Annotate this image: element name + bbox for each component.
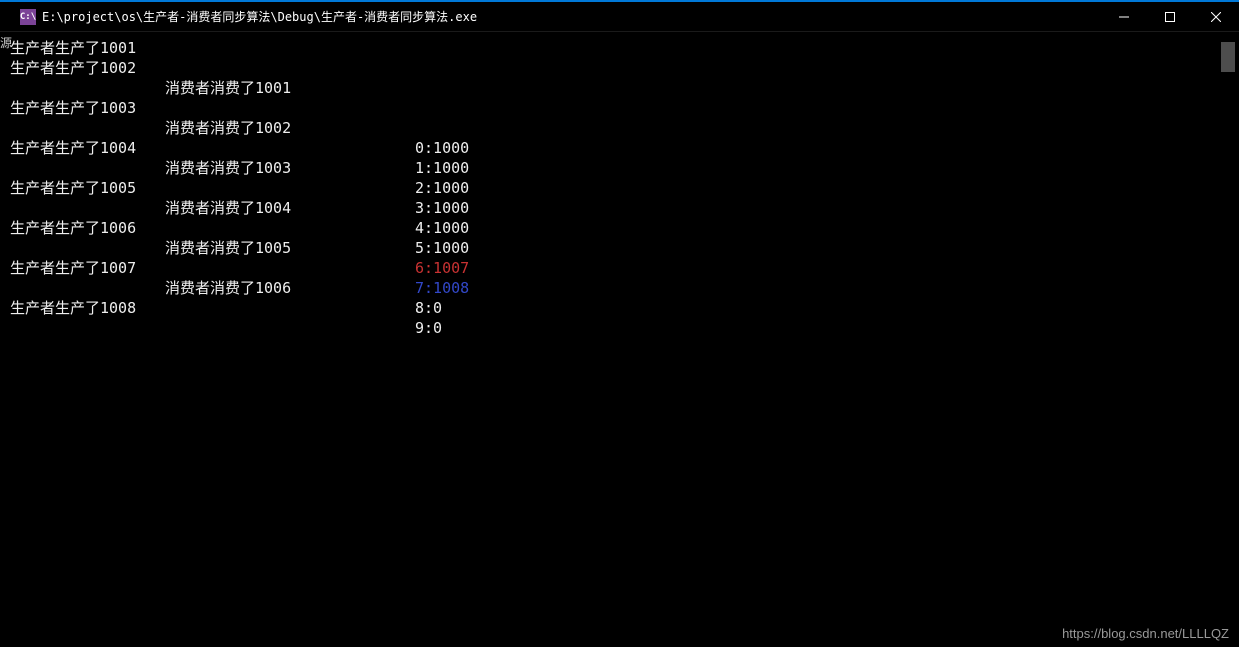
producer-text: 生产者生产了1006	[10, 218, 165, 238]
console-line: 生产者生产了1006 4:1000	[10, 218, 1239, 238]
maximize-icon	[1165, 12, 1175, 22]
consumer-text	[165, 318, 415, 338]
console-line: 生产者生产了1001	[10, 38, 1239, 58]
producer-text: 生产者生产了1007	[10, 258, 165, 278]
producer-text	[10, 238, 165, 258]
vertical-scrollbar[interactable]	[1221, 42, 1235, 72]
console-line: 生产者生产了1007 6:1007	[10, 258, 1239, 278]
buffer-text: 6:1007	[415, 258, 469, 278]
window-controls	[1101, 2, 1239, 31]
producer-text: 生产者生产了1002	[10, 58, 165, 78]
console-line: 9:0	[10, 318, 1239, 338]
close-icon	[1211, 12, 1221, 22]
buffer-text: 0:1000	[415, 138, 469, 158]
buffer-text: 9:0	[415, 318, 442, 338]
app-icon: C:\	[20, 9, 36, 25]
close-button[interactable]	[1193, 2, 1239, 31]
console-line: 生产者生产了1005 2:1000	[10, 178, 1239, 198]
consumer-text	[165, 178, 415, 198]
console-line: 消费者消费了1002	[10, 118, 1239, 138]
producer-text	[10, 278, 165, 298]
console-line: 生产者生产了1008 8:0	[10, 298, 1239, 318]
watermark-text: https://blog.csdn.net/LLLLQZ	[1062, 626, 1229, 641]
producer-text: 生产者生产了1001	[10, 38, 165, 58]
consumer-text	[165, 38, 415, 58]
console-line: 消费者消费了10031:1000	[10, 158, 1239, 178]
buffer-text: 8:0	[415, 298, 442, 318]
console-line: 生产者生产了1003	[10, 98, 1239, 118]
buffer-text: 4:1000	[415, 218, 469, 238]
console-line: 消费者消费了10055:1000	[10, 238, 1239, 258]
buffer-text: 1:1000	[415, 158, 469, 178]
producer-text	[10, 198, 165, 218]
producer-text: 生产者生产了1005	[10, 178, 165, 198]
producer-text	[10, 118, 165, 138]
console-line: 生产者生产了1004 0:1000	[10, 138, 1239, 158]
consumer-text: 消费者消费了1005	[165, 238, 415, 258]
minimize-button[interactable]	[1101, 2, 1147, 31]
consumer-text	[165, 218, 415, 238]
console-line: 消费者消费了1001	[10, 78, 1239, 98]
console-line: 消费者消费了10067:1008	[10, 278, 1239, 298]
consumer-text: 消费者消费了1004	[165, 198, 415, 218]
window-titlebar: C:\ E:\project\os\生产者-消费者同步算法\Debug\生产者-…	[0, 2, 1239, 32]
buffer-text: 2:1000	[415, 178, 469, 198]
producer-text	[10, 158, 165, 178]
producer-text	[10, 318, 165, 338]
producer-text: 生产者生产了1004	[10, 138, 165, 158]
consumer-text	[165, 98, 415, 118]
consumer-text	[165, 298, 415, 318]
window-title: E:\project\os\生产者-消费者同步算法\Debug\生产者-消费者同…	[42, 8, 1101, 25]
console-line: 生产者生产了1002	[10, 58, 1239, 78]
consumer-text: 消费者消费了1001	[165, 78, 415, 98]
console-line: 消费者消费了10043:1000	[10, 198, 1239, 218]
consumer-text	[165, 258, 415, 278]
consumer-text	[165, 58, 415, 78]
buffer-text: 3:1000	[415, 198, 469, 218]
maximize-button[interactable]	[1147, 2, 1193, 31]
buffer-text: 5:1000	[415, 238, 469, 258]
consumer-text: 消费者消费了1006	[165, 278, 415, 298]
consumer-text	[165, 138, 415, 158]
producer-text	[10, 78, 165, 98]
producer-text: 生产者生产了1003	[10, 98, 165, 118]
consumer-text: 消费者消费了1002	[165, 118, 415, 138]
console-output: 生产者生产了1001生产者生产了1002消费者消费了1001生产者生产了1003…	[0, 32, 1239, 647]
buffer-text: 7:1008	[415, 278, 469, 298]
consumer-text: 消费者消费了1003	[165, 158, 415, 178]
minimize-icon	[1119, 12, 1129, 22]
producer-text: 生产者生产了1008	[10, 298, 165, 318]
